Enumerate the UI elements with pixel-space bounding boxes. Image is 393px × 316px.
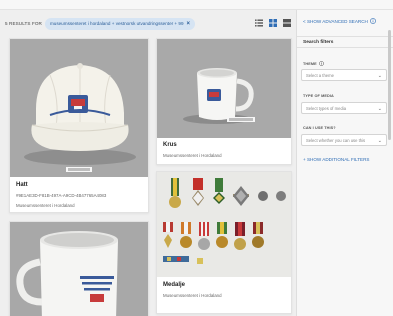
query-chip-text: museumssenteret i hordaland + vestnorsk …: [49, 21, 184, 26]
theme-label: THEME: [303, 61, 324, 66]
mug-image: [10, 222, 148, 316]
remove-query-icon[interactable]: ×: [187, 21, 191, 27]
use-select[interactable]: Select whether you can use this ⌄: [301, 134, 387, 146]
filter-sidebar: < SHOW ADVANCED SEARCH Search filters TH…: [296, 10, 393, 316]
chevron-down-icon: ⌄: [377, 106, 382, 112]
info-icon[interactable]: [369, 18, 376, 24]
media-label: TYPE OF MEDIA: [303, 94, 334, 98]
top-bar: [0, 0, 393, 10]
advanced-search-label: < SHOW ADVANCED SEARCH: [303, 18, 368, 24]
mug-image: [157, 39, 291, 138]
chevron-down-icon: ⌄: [377, 73, 382, 79]
card-owner: Museumssenteret i Hordaland: [16, 203, 75, 208]
card-title[interactable]: Hatt: [16, 182, 28, 188]
card-title[interactable]: Medalje: [163, 282, 185, 288]
use-placeholder: Select whether you can use this: [306, 138, 366, 143]
list-view-icon[interactable]: [255, 19, 263, 27]
grid-view-icon[interactable]: [269, 19, 277, 27]
media-placeholder: Select types of media: [306, 106, 347, 111]
scrollbar[interactable]: [388, 30, 391, 140]
result-card-krus[interactable]: Krus Museumssenteret i Hordaland: [156, 38, 292, 165]
results-bar: 5 RESULTS FOR museumssenteret i hordalan…: [0, 10, 296, 37]
theme-label-text: THEME: [303, 61, 317, 66]
show-advanced-search-link[interactable]: < SHOW ADVANCED SEARCH: [303, 18, 376, 24]
card-title[interactable]: Krus: [163, 142, 177, 148]
large-grid-view-icon[interactable]: [283, 19, 291, 27]
search-filters-heading: Search filters: [297, 36, 393, 48]
view-switcher: [255, 19, 291, 27]
medals-image: [157, 172, 291, 277]
result-card-hatt[interactable]: Hatt #9E1AE3D-F81B-497A-A9CD-4B47765A408…: [9, 38, 149, 213]
use-label: CAN I USE THIS?: [303, 126, 336, 130]
show-additional-filters-link[interactable]: + SHOW ADDITIONAL FILTERS: [303, 157, 370, 162]
cap-image: [10, 39, 148, 177]
chevron-down-icon: ⌄: [377, 138, 382, 144]
result-card-mug[interactable]: [9, 221, 149, 316]
theme-placeholder: Select a theme: [306, 73, 334, 78]
results-panel: 5 RESULTS FOR museumssenteret i hordalan…: [0, 10, 296, 316]
query-chip[interactable]: museumssenteret i hordaland + vestnorsk …: [44, 17, 196, 30]
results-count: 5 RESULTS FOR: [5, 21, 42, 26]
card-owner: Museumssenteret i Hordaland: [163, 293, 222, 298]
card-id: #9E1AE3D-F81B-497A-A9CD-4B47765A4083: [16, 193, 107, 198]
info-icon[interactable]: [318, 61, 324, 66]
card-owner: Museumssenteret i Hordaland: [163, 153, 222, 158]
theme-select[interactable]: Select a theme ⌄: [301, 69, 387, 81]
media-select[interactable]: Select types of media ⌄: [301, 102, 387, 114]
result-card-medalje[interactable]: Medalje Museumssenteret i Hordaland: [156, 171, 292, 314]
